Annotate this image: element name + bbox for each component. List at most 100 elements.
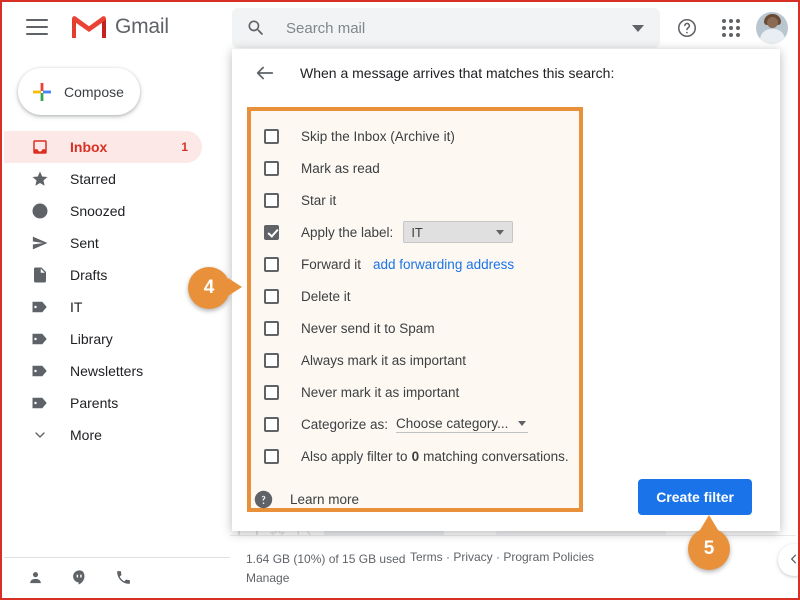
sidebar-item-sent[interactable]: Sent [4,227,202,259]
sidebar-item-label: Newsletters [70,363,144,379]
option-apply-the-label[interactable]: Apply the label: IT [251,216,579,248]
filter-actions-highlight-group: Skip the Inbox (Archive it) Mark as read… [247,107,583,512]
apps-grid-icon[interactable] [712,9,750,47]
option-label: Skip the Inbox (Archive it) [301,128,455,144]
collapse-panel-button[interactable] [778,544,798,576]
option-never-mark-important[interactable]: Never mark it as important [251,376,579,408]
option-label: Never send it to Spam [301,320,435,336]
sidebar-item-label: Sent [70,235,99,251]
option-star-it[interactable]: Star it [251,184,579,216]
search-input[interactable] [284,18,632,38]
contacts-icon[interactable] [22,564,48,590]
gmail-wordmark: Gmail [115,15,169,38]
option-label: Categorize as: [301,416,389,432]
category-select-dropdown[interactable]: Choose category... [396,415,529,433]
sidebar-item-it[interactable]: IT [4,291,202,323]
label-icon [30,329,50,349]
learn-more-label: Learn more [290,491,360,507]
gmail-logo-icon [72,14,106,40]
label-select-value: IT [411,224,423,240]
sidebar-item-newsletters[interactable]: Newsletters [4,355,202,387]
checkbox-never-send-to-spam[interactable] [264,320,279,336]
footer-links[interactable]: Terms · Privacy · Program Policies [410,550,594,564]
option-forward-it[interactable]: Forward it add forwarding address [251,248,579,280]
sidebar-item-drafts[interactable]: Drafts [4,259,202,291]
checkbox-skip-inbox[interactable] [264,128,279,144]
category-select-value: Choose category... [396,415,509,431]
hamburger-icon[interactable] [26,19,48,35]
callout-badge-5: 5 [688,515,730,570]
create-filter-button[interactable]: Create filter [638,479,752,515]
sidebar-item-label: Parents [70,395,119,411]
help-icon [254,490,273,509]
avatar[interactable] [756,12,788,44]
create-filter-dialog: When a message arrives that matches this… [232,49,780,531]
sidebar-item-snoozed[interactable]: Snoozed [4,195,202,227]
chevron-down-icon [496,229,505,235]
learn-more-link[interactable]: Learn more [254,490,359,509]
sidebar-item-label: More [70,427,102,443]
dialog-footer: Learn more Create filter [232,467,780,531]
label-icon [30,361,50,381]
compose-button[interactable]: Compose [18,68,140,115]
search-bar[interactable] [232,8,660,48]
label-icon [30,393,50,413]
checkbox-delete-it[interactable] [264,288,279,304]
sidebar-item-library[interactable]: Library [4,323,202,355]
sidebar-item-parents[interactable]: Parents [4,387,202,419]
inbox-unread-count: 1 [181,140,188,154]
checkbox-apply-the-label[interactable] [264,224,279,240]
sidebar-item-label: Drafts [70,267,108,283]
storage-info: 1.64 GB (10%) of 15 GB used Manage [246,550,405,588]
label-icon [30,297,50,317]
sidebar-item-label: Snoozed [70,203,126,219]
add-forwarding-address-link[interactable]: add forwarding address [373,257,514,272]
chevron-down-icon [518,420,527,426]
matching-conversations-count: 0 [411,448,420,464]
checkbox-forward-it[interactable] [264,256,279,272]
option-label: Always mark it as important [301,352,467,368]
storage-usage-text: 1.64 GB (10%) of 15 GB used [246,552,406,566]
top-bar: Gmail [4,4,798,50]
option-label: Never mark it as important [301,384,460,400]
phone-icon[interactable] [110,564,136,590]
search-options-chevron-down-icon[interactable] [632,24,644,32]
option-skip-inbox[interactable]: Skip the Inbox (Archive it) [251,120,579,152]
sidebar-item-label: Starred [70,171,116,187]
checkbox-also-apply-filter[interactable] [264,448,279,464]
help-icon[interactable] [668,9,706,47]
option-label: Mark as read [301,160,380,176]
checkbox-mark-as-read[interactable] [264,160,279,176]
top-right-actions [668,6,788,50]
sidebar-item-label: IT [70,299,83,315]
checkbox-always-mark-important[interactable] [264,352,279,368]
star-icon [30,169,50,189]
sidebar: Compose Inbox 1 Starred Snoozed Sent Dra… [4,50,230,596]
option-always-mark-important[interactable]: Always mark it as important [251,344,579,376]
back-arrow-icon[interactable] [254,62,276,84]
option-never-send-to-spam[interactable]: Never send it to Spam [251,312,579,344]
option-label: Star it [301,192,337,208]
option-categorize-as[interactable]: Categorize as: Choose category... [251,408,579,440]
search-icon [246,18,266,38]
option-mark-as-read[interactable]: Mark as read [251,152,579,184]
sidebar-item-more[interactable]: More [4,419,202,451]
option-delete-it[interactable]: Delete it [251,280,579,312]
option-label-tail: matching conversations. [423,448,569,464]
sidebar-item-starred[interactable]: Starred [4,163,202,195]
checkbox-never-mark-important[interactable] [264,384,279,400]
sidebar-item-inbox[interactable]: Inbox 1 [4,131,202,163]
storage-manage-link[interactable]: Manage [246,569,405,588]
draft-icon [30,265,50,285]
checkbox-categorize-as[interactable] [264,416,279,432]
chevron-left-icon [787,552,798,569]
callout-badge-4: 4 [188,267,242,309]
dialog-header: When a message arrives that matches this… [232,49,780,97]
gmail-app-window: Gmail Search mail Compose Inbox 1 Starre… [0,0,800,600]
checkbox-star-it[interactable] [264,192,279,208]
hangouts-icon[interactable] [66,564,92,590]
option-label: Apply the label: [301,224,394,240]
sidebar-bottom-bar [4,557,230,596]
label-select-dropdown[interactable]: IT [403,221,514,243]
gmail-logo[interactable]: Gmail [72,14,169,40]
